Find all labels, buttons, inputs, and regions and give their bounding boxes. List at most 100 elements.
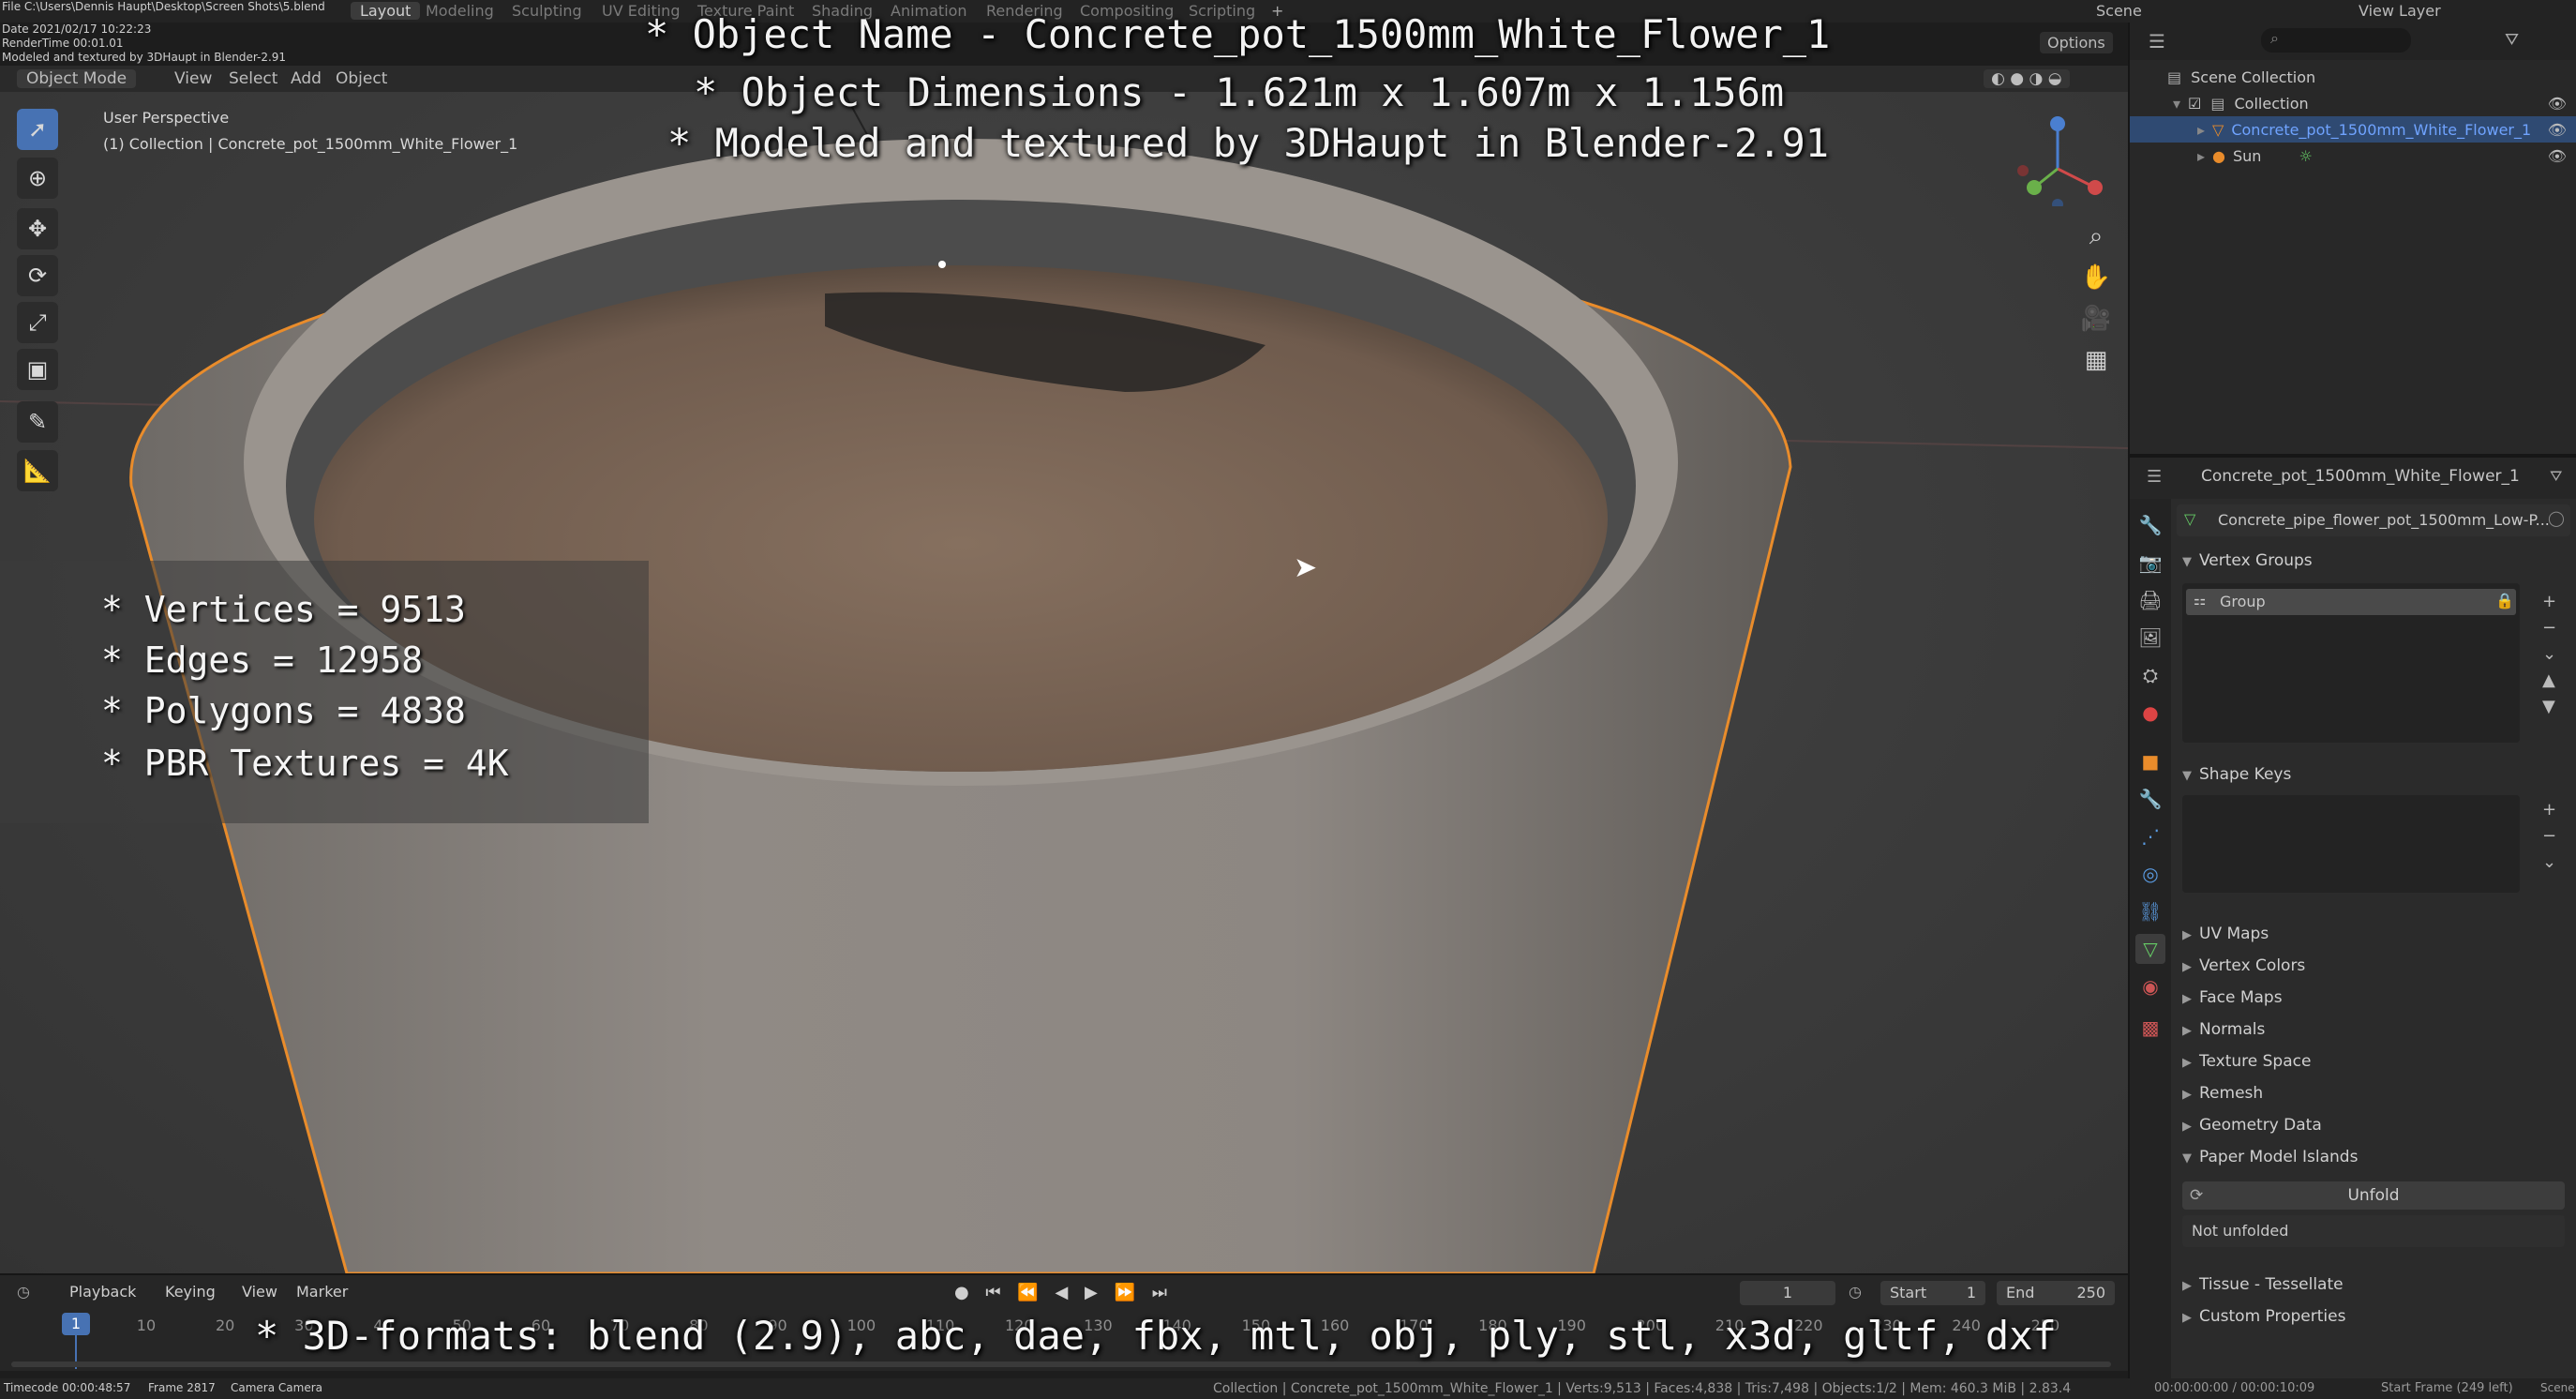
panel-face-maps[interactable]: ▶ Face Maps [2182, 988, 2283, 1007]
pin-icon[interactable]: ⛛ [2550, 467, 2562, 486]
move-tool[interactable]: ✥ [17, 208, 58, 249]
grid-icon[interactable]: ▦ [2077, 341, 2115, 379]
camera-icon[interactable]: 🎥 [2077, 300, 2115, 338]
rotate-tool[interactable]: ⟳ [17, 255, 58, 296]
render-stamp-lines: Date 2021/02/17 10:22:23 RenderTime 00:0… [2, 23, 286, 65]
perspective-label: User Perspective [103, 109, 230, 127]
tool-tab-icon[interactable]: 🔧 [2135, 510, 2165, 540]
menu-add[interactable]: Add [291, 69, 322, 88]
shape-key-side-buttons[interactable]: + − ⌄ [2542, 797, 2556, 876]
outliner-collection[interactable]: ▾ ☑ ▤ Collection 👁 [2130, 90, 2576, 116]
eye-icon[interactable]: 👁 [2548, 121, 2567, 139]
panel-vertex-colors[interactable]: ▶ Vertex Colors [2182, 956, 2305, 975]
panel-texture-space[interactable]: ▶ Texture Space [2182, 1052, 2311, 1071]
remove-icon[interactable]: − [2542, 823, 2556, 850]
playhead[interactable]: 1 [62, 1313, 90, 1335]
outliner-search-input[interactable]: ⌕ [2261, 28, 2411, 53]
eye-icon[interactable]: 👁 [2548, 95, 2567, 113]
output-tab-icon[interactable]: 🖨 [2135, 585, 2165, 615]
select-box-tool[interactable]: ➚ [17, 109, 58, 150]
menu-view[interactable]: View [174, 69, 212, 88]
panel-shape-keys[interactable]: ▼ Shape Keys [2182, 765, 2291, 784]
move-down-icon[interactable]: ▼ [2542, 694, 2556, 720]
menu-object[interactable]: Object [336, 69, 387, 88]
fake-user-icon[interactable]: ◯ [2548, 509, 2565, 527]
render-tab-icon[interactable]: 📷 [2135, 548, 2165, 578]
chevron-right-icon: ▶ [2182, 960, 2192, 974]
filter-icon[interactable]: ⛛ [2505, 30, 2519, 50]
object-tab-icon[interactable]: ■ [2135, 746, 2165, 776]
panel-vertex-groups[interactable]: ▼ Vertex Groups [2182, 551, 2313, 570]
move-up-icon[interactable]: ▲ [2542, 668, 2556, 694]
add-icon[interactable]: + [2542, 797, 2556, 823]
scale-tool[interactable]: ⤢ [17, 302, 58, 343]
expand-icon[interactable]: ▾ [2173, 95, 2180, 113]
texture-tab-icon[interactable]: ▩ [2135, 1013, 2165, 1043]
chevron-down-icon[interactable]: ⌄ [2542, 641, 2556, 668]
chevron-right-icon: ▶ [2182, 992, 2192, 1006]
vertex-group-item[interactable]: ⚏ Group 🔒 [2186, 589, 2516, 615]
unfold-button[interactable]: ⟳ Unfold [2182, 1181, 2565, 1210]
panel-uv-maps[interactable]: ▶ UV Maps [2182, 925, 2269, 943]
modifier-tab-icon[interactable]: 🔧 [2135, 784, 2165, 814]
mesh-data-tab-icon[interactable]: ▽ [2135, 934, 2165, 964]
zoom-icon[interactable]: ⌕ [2077, 218, 2115, 255]
axis-gizmo[interactable] [2015, 113, 2109, 206]
panel-remesh[interactable]: ▶ Remesh [2182, 1084, 2263, 1103]
panel-tissue[interactable]: ▶ Tissue - Tessellate [2182, 1275, 2344, 1294]
scene-selector[interactable]: Scene [2096, 2, 2142, 20]
outliner-scene-collection[interactable]: ▤ Scene Collection [2130, 64, 2576, 90]
panel-paper-model[interactable]: ▼ Paper Model Islands [2182, 1148, 2358, 1166]
chevron-right-icon: ▶ [2182, 1279, 2192, 1293]
mode-dropdown[interactable]: Object Mode [17, 69, 137, 88]
eye-icon[interactable]: 👁 [2548, 147, 2567, 165]
cursor-tool[interactable]: ⊕ [17, 158, 58, 199]
panel-geometry-data[interactable]: ▶ Geometry Data [2182, 1116, 2322, 1135]
tab-sculpting[interactable]: Sculpting [512, 2, 582, 20]
material-tab-icon[interactable]: ◉ [2135, 971, 2165, 1001]
pan-hand-icon[interactable]: ✋ [2077, 259, 2115, 296]
shape-key-list[interactable] [2182, 795, 2520, 893]
vertex-group-icon: ⚏ [2194, 592, 2207, 609]
vertex-group-list[interactable]: ⚏ Group 🔒 [2182, 583, 2520, 743]
timeline-scrollbar[interactable] [11, 1361, 2111, 1367]
physics-tab-icon[interactable]: ◎ [2135, 859, 2165, 889]
chevron-right-icon: ▶ [2182, 1311, 2192, 1325]
outliner-object-sun[interactable]: ▸ ● Sun ☼ 👁 [2130, 143, 2576, 169]
tab-modeling[interactable]: Modeling [426, 2, 494, 20]
scene-tab-icon[interactable]: ⛭ [2135, 660, 2165, 690]
lock-icon[interactable]: 🔒 [2495, 592, 2514, 609]
add-icon[interactable]: + [2542, 589, 2556, 615]
transform-tool[interactable]: ▣ [17, 349, 58, 390]
world-tab-icon[interactable]: ● [2135, 698, 2165, 728]
outliner-object-pot[interactable]: ▸ ▽ Concrete_pot_1500mm_White_Flower_1 👁 [2130, 116, 2576, 143]
remove-icon[interactable]: − [2542, 615, 2556, 641]
mesh-datablock-field[interactable]: ▽ Concrete_pipe_flower_pot_1500mm_Low-P.… [2177, 504, 2570, 536]
expand-icon[interactable]: ▸ [2197, 121, 2205, 139]
collection-icon: ▤ [2210, 94, 2225, 113]
expand-icon[interactable]: ▸ [2197, 147, 2205, 165]
menu-select[interactable]: Select [229, 69, 277, 88]
move-icon: ✥ [27, 216, 48, 242]
panel-custom-properties[interactable]: ▶ Custom Properties [2182, 1307, 2345, 1326]
shading-modes[interactable]: ◐ ● ◑ ◒ [1984, 69, 2070, 88]
particles-tab-icon[interactable]: ⋰ [2135, 821, 2165, 851]
constraints-tab-icon[interactable]: ⛓ [2135, 896, 2165, 926]
panel-normals[interactable]: ▶ Normals [2182, 1020, 2265, 1039]
options-dropdown[interactable]: Options [2040, 32, 2113, 53]
chevron-down-icon: ▼ [2182, 555, 2192, 569]
view-layer-selector[interactable]: View Layer [2359, 2, 2441, 20]
editor-type-icon[interactable]: ☰ [2149, 30, 2165, 53]
tab-layout[interactable]: Layout [351, 2, 421, 20]
chevron-down-icon[interactable]: ⌄ [2542, 850, 2556, 876]
editor-type-icon[interactable]: ☰ [2147, 467, 2162, 487]
scene-stamp: Scene [2540, 1381, 2575, 1394]
mesh-icon: ▽ [2212, 120, 2224, 139]
measure-tool[interactable]: 📐 [17, 450, 58, 491]
vertex-group-side-buttons[interactable]: + − ⌄ ▲ ▼ [2542, 589, 2556, 720]
view-layer-tab-icon[interactable]: 🖼 [2135, 623, 2165, 653]
light-icon: ● [2212, 146, 2225, 165]
annotate-tool[interactable]: ✎ [17, 401, 58, 443]
overlay-credit: * Modeled and textured by 3DHaupt in Ble… [667, 120, 1830, 166]
checkbox-icon[interactable]: ☑ [2188, 95, 2201, 113]
